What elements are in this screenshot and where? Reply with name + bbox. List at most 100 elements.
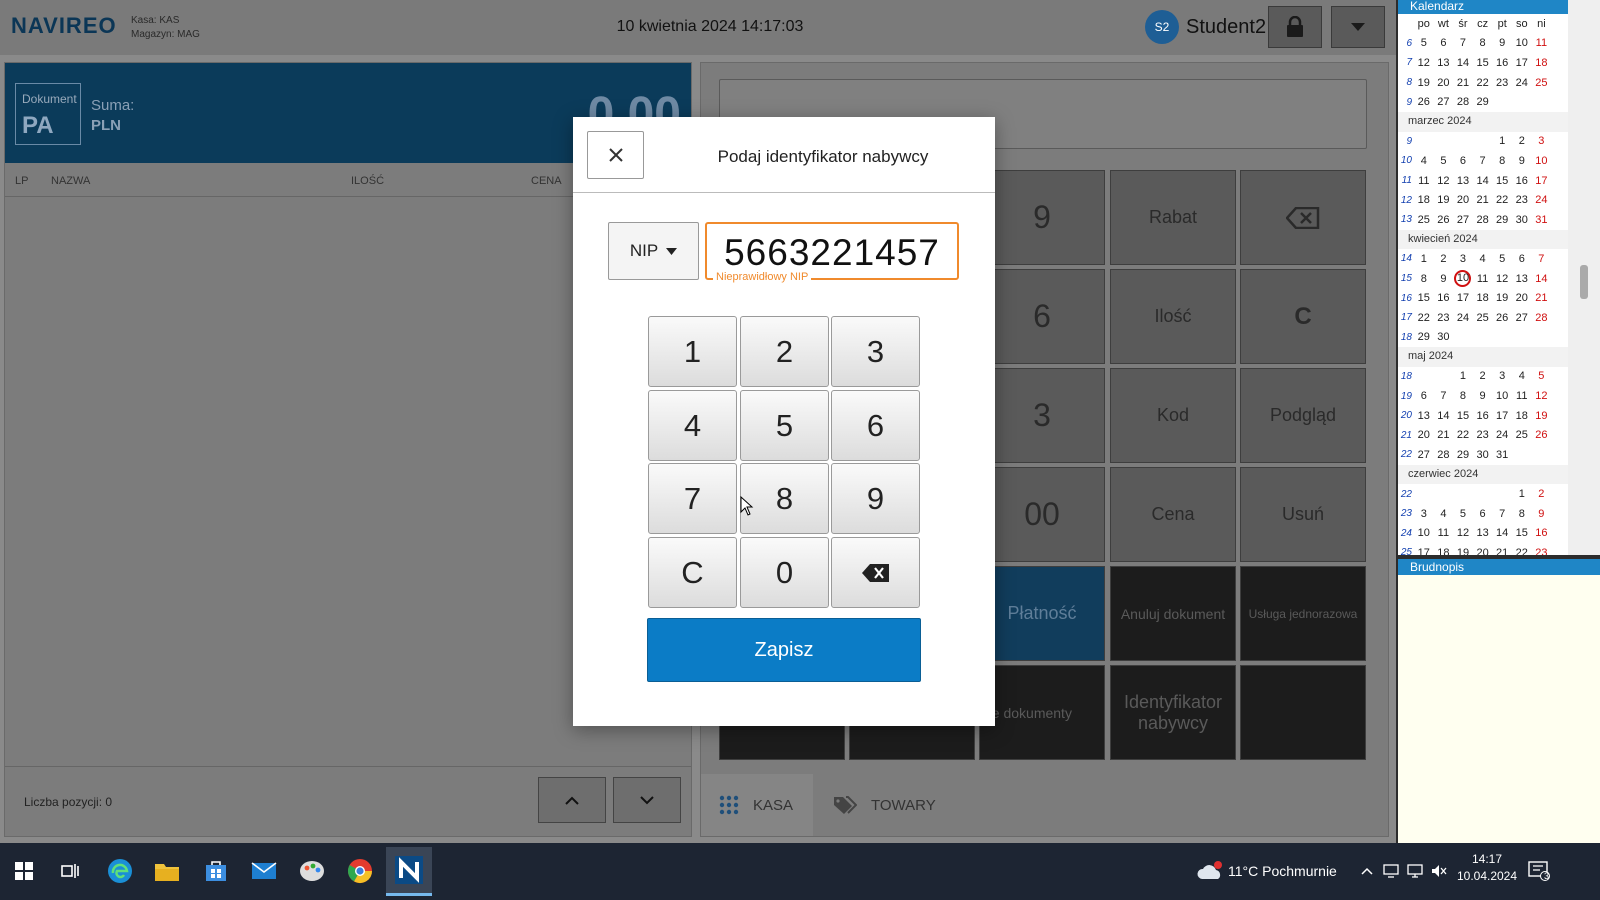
pad-key-1[interactable]: 1	[648, 316, 737, 387]
pos-key-usluga-jednorazowa[interactable]: Usługa jednorazowa	[1240, 566, 1366, 661]
lock-button[interactable]	[1268, 6, 1322, 48]
menu-dropdown-button[interactable]	[1331, 6, 1385, 48]
calendar-day[interactable]: 27	[1453, 214, 1473, 226]
pos-key-usun[interactable]: Usuń	[1240, 467, 1366, 562]
id-type-select[interactable]: NIP	[608, 222, 699, 280]
pos-key-kod[interactable]: Kod	[1110, 368, 1236, 463]
calendar-day[interactable]: 19	[1532, 410, 1552, 422]
calendar-day[interactable]: 23	[1532, 547, 1552, 555]
calendar-day[interactable]: 16	[1532, 527, 1552, 539]
calendar-day[interactable]: 27	[1434, 96, 1454, 108]
calendar-day[interactable]: 5	[1492, 253, 1512, 265]
calendar-day[interactable]: 27	[1414, 449, 1434, 461]
calendar-day[interactable]: 22	[1492, 194, 1512, 206]
pos-key-backspace[interactable]	[1240, 170, 1366, 265]
pad-key-6[interactable]: 6	[831, 390, 920, 461]
pos-key-cena[interactable]: Cena	[1110, 467, 1236, 562]
calendar-day[interactable]: 28	[1532, 312, 1552, 324]
calendar-day[interactable]: 17	[1532, 175, 1552, 187]
calendar-day[interactable]: 1	[1453, 370, 1473, 382]
calendar-day[interactable]: 1	[1414, 253, 1434, 265]
calendar-day[interactable]: 13	[1434, 57, 1454, 69]
calendar-day[interactable]: 19	[1492, 292, 1512, 304]
edge-button[interactable]	[100, 851, 140, 891]
calendar-day[interactable]: 5	[1453, 508, 1473, 520]
calendar-day[interactable]: 21	[1434, 429, 1454, 441]
calendar-day[interactable]: 14	[1434, 410, 1454, 422]
calendar-day[interactable]: 7	[1473, 155, 1493, 167]
calendar-day[interactable]: 17	[1414, 547, 1434, 555]
calendar-day[interactable]: 4	[1434, 508, 1454, 520]
calendar-day[interactable]: 7	[1453, 37, 1473, 49]
pos-key-ilosc[interactable]: Ilość	[1110, 269, 1236, 364]
calendar-day[interactable]: 20	[1414, 429, 1434, 441]
calendar-day[interactable]: 24	[1453, 312, 1473, 324]
calendar-day[interactable]: 18	[1434, 547, 1454, 555]
calendar-day[interactable]: 10	[1414, 527, 1434, 539]
nip-input[interactable]: 5663221457 Nieprawidłowy NIP	[705, 222, 959, 283]
calendar-day[interactable]: 20	[1473, 547, 1493, 555]
calendar-day[interactable]: 2	[1434, 253, 1454, 265]
calendar-day[interactable]: 2	[1512, 135, 1532, 147]
calendar-day[interactable]: 18	[1512, 410, 1532, 422]
calendar-day[interactable]: 27	[1512, 312, 1532, 324]
calendar-day[interactable]: 12	[1434, 175, 1454, 187]
calendar-day[interactable]: 8	[1492, 155, 1512, 167]
calendar-day[interactable]: 16	[1434, 292, 1454, 304]
calendar-day[interactable]: 12	[1492, 273, 1512, 285]
calendar-day[interactable]: 17	[1492, 410, 1512, 422]
file-explorer-button[interactable]	[147, 851, 187, 891]
calendar-day[interactable]: 3	[1453, 253, 1473, 265]
calendar-day[interactable]: 29	[1473, 96, 1493, 108]
calendar-day[interactable]: 28	[1473, 214, 1493, 226]
document-type-box[interactable]: Dokument PA	[15, 83, 81, 145]
calendar-day[interactable]: 13	[1473, 527, 1493, 539]
navireo-taskbar-button[interactable]	[386, 847, 432, 896]
scroll-down-button[interactable]	[613, 777, 681, 823]
calendar-day[interactable]: 5	[1414, 37, 1434, 49]
calendar-day[interactable]: 10	[1454, 270, 1472, 288]
calendar-day[interactable]: 13	[1512, 273, 1532, 285]
calendar-day[interactable]: 9	[1434, 273, 1454, 285]
calendar-day[interactable]: 2	[1532, 488, 1552, 500]
calendar-day[interactable]: 28	[1453, 96, 1473, 108]
calendar-day[interactable]: 30	[1434, 331, 1454, 343]
calendar-day[interactable]: 22	[1512, 547, 1532, 555]
paint-button[interactable]	[292, 851, 332, 891]
calendar-day[interactable]: 15	[1492, 175, 1512, 187]
pos-key-clear[interactable]: C	[1240, 269, 1366, 364]
calendar-day[interactable]: 13	[1453, 175, 1473, 187]
calendar-day[interactable]: 14	[1532, 273, 1552, 285]
pos-key-anuluj-dokument[interactable]: Anuluj dokument	[1110, 566, 1236, 661]
calendar-day[interactable]: 19	[1453, 547, 1473, 555]
pad-key-backspace[interactable]	[831, 537, 920, 608]
calendar-day[interactable]: 15	[1512, 527, 1532, 539]
calendar-day[interactable]: 12	[1414, 57, 1434, 69]
calendar-day[interactable]: 20	[1434, 77, 1454, 89]
calendar-day[interactable]: 28	[1434, 449, 1454, 461]
pos-key-9[interactable]: 9	[979, 170, 1105, 265]
calendar-day[interactable]: 29	[1453, 449, 1473, 461]
calendar-day[interactable]: 22	[1473, 77, 1493, 89]
pad-key-4[interactable]: 4	[648, 390, 737, 461]
weather-text[interactable]: 11°C Pochmurnie	[1228, 863, 1337, 879]
calendar-day[interactable]: 5	[1532, 370, 1552, 382]
calendar-day[interactable]: 24	[1492, 429, 1512, 441]
start-button[interactable]	[4, 851, 44, 891]
calendar-day[interactable]: 21	[1532, 292, 1552, 304]
calendar-day[interactable]: 23	[1473, 429, 1493, 441]
calendar-day[interactable]: 15	[1473, 57, 1493, 69]
clock[interactable]: 14:17 10.04.2024	[1452, 851, 1522, 885]
calendar-day[interactable]: 4	[1512, 370, 1532, 382]
calendar-day[interactable]: 6	[1453, 155, 1473, 167]
calendar-day[interactable]: 8	[1512, 508, 1532, 520]
pad-key-2[interactable]: 2	[740, 316, 829, 387]
calendar-day[interactable]: 21	[1473, 194, 1493, 206]
calendar-day[interactable]: 11	[1434, 527, 1454, 539]
calendar-day[interactable]: 18	[1473, 292, 1493, 304]
calendar-day[interactable]: 20	[1512, 292, 1532, 304]
pad-key-0[interactable]: 0	[740, 537, 829, 608]
pad-key-3[interactable]: 3	[831, 316, 920, 387]
calendar-day[interactable]: 6	[1512, 253, 1532, 265]
calendar-day[interactable]: 10	[1492, 390, 1512, 402]
